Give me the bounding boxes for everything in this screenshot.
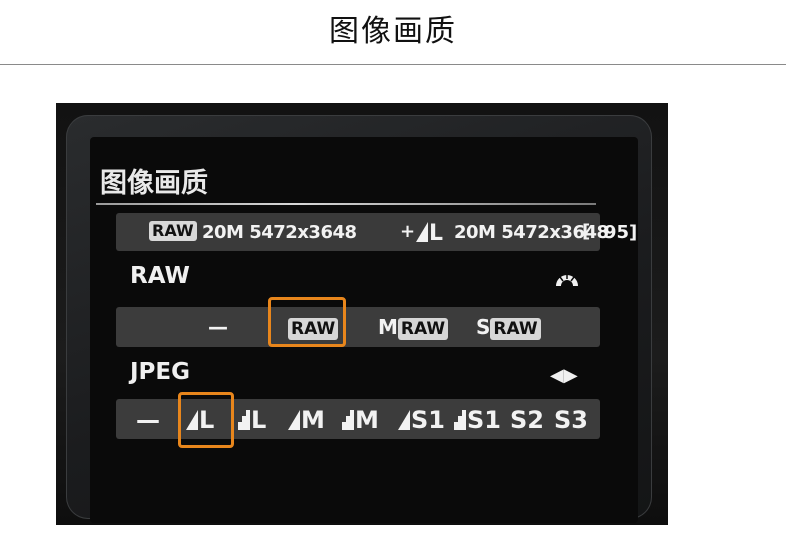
normal-quality-icon [454, 410, 466, 430]
left-right-arrows-icon: ◀▶ [550, 365, 578, 386]
fine-quality-icon [398, 410, 410, 430]
plus-sign: + [400, 221, 416, 242]
raw-section-label: RAW [130, 263, 190, 289]
jpeg-option-small1-fine[interactable]: S1 [398, 405, 445, 435]
normal-quality-icon [342, 410, 354, 430]
raw-option-mraw[interactable]: M RAW [378, 313, 449, 341]
jpeg-option-none[interactable]: — [136, 405, 160, 435]
jpeg-option-small3[interactable]: S3 [554, 405, 588, 435]
raw-options-row: — RAW M RAW S RAW [116, 307, 600, 347]
page-title: 图像画质 [329, 14, 457, 49]
normal-quality-icon [238, 410, 250, 430]
jpeg-large-fine-icon: L [416, 221, 443, 246]
raw-badge-icon: RAW [490, 317, 541, 340]
menu-title-underline [96, 203, 596, 205]
title-divider [0, 64, 786, 65]
jpeg-option-small1-normal[interactable]: S1 [454, 405, 501, 435]
camera-photo: 图像画质 RAW 20M 5472x3648 + L 20M 5472x3648… [56, 103, 668, 525]
jpeg-option-small2[interactable]: S2 [510, 405, 544, 435]
jpeg-option-large-normal[interactable]: L [238, 405, 266, 435]
menu-title: 图像画质 [100, 168, 208, 199]
main-dial-icon [556, 274, 578, 286]
jpeg-section-label: JPEG [130, 359, 191, 385]
raw-badge-icon: RAW [149, 221, 197, 241]
raw-option-sraw[interactable]: S RAW [476, 313, 541, 341]
raw-spec: 20M 5472x3648 [202, 222, 357, 243]
fine-quality-icon [288, 410, 300, 430]
quality-info-bar: RAW 20M 5472x3648 + L 20M 5472x3648 [ 95… [116, 213, 637, 251]
raw-option-none[interactable]: — [208, 313, 228, 341]
shots-bracket: [ [582, 221, 591, 242]
jpeg-option-medium-normal[interactable]: M [342, 405, 379, 435]
raw-selection-highlight [268, 297, 346, 347]
shots-remaining: 95] [604, 222, 638, 243]
jpeg-option-medium-fine[interactable]: M [288, 405, 325, 435]
jpeg-selection-highlight [178, 392, 234, 448]
raw-badge-icon: RAW [397, 317, 449, 340]
